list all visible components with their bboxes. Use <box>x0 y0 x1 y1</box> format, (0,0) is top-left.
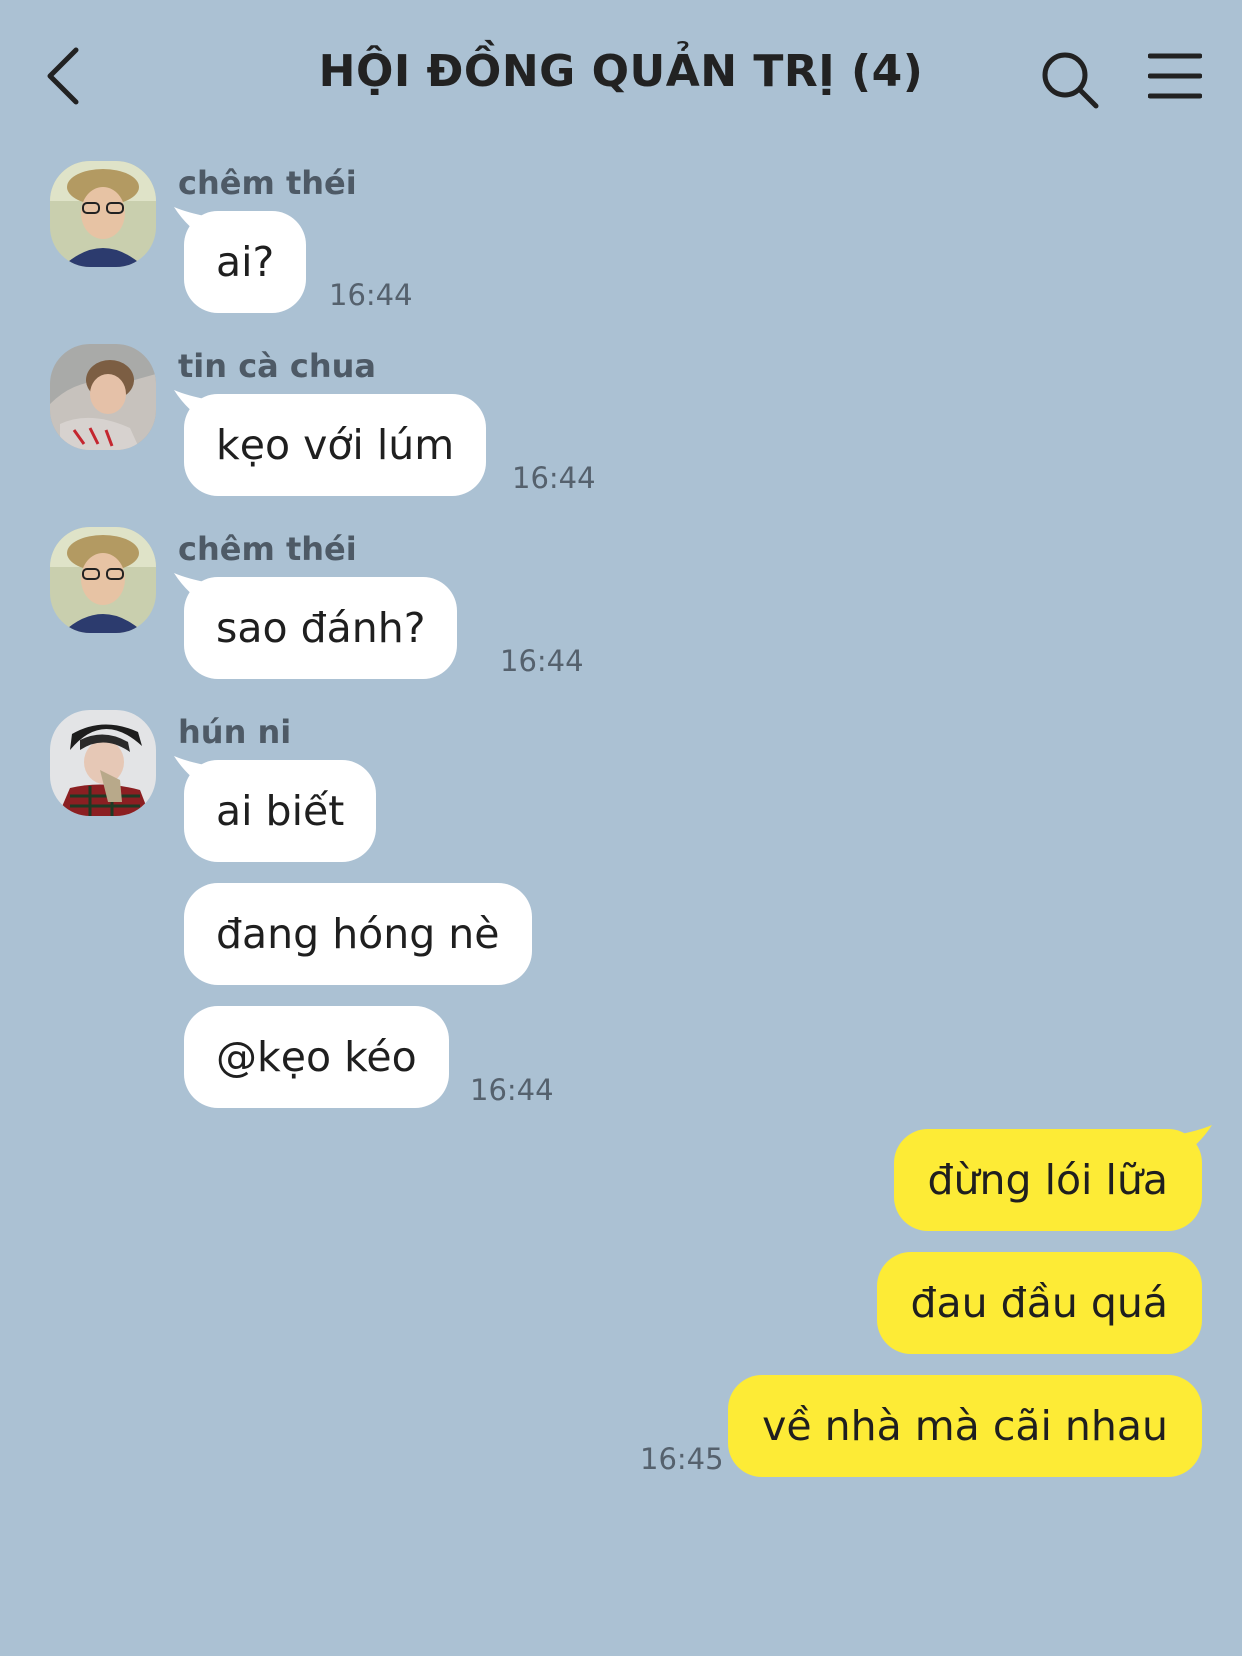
bubble-tail <box>1176 1125 1212 1159</box>
message-bubble[interactable]: ai? <box>174 207 307 313</box>
message-text: đau đầu quá <box>910 1279 1168 1327</box>
message-time: 16:44 <box>329 278 413 312</box>
bubble-tail <box>174 573 210 607</box>
message-text: ai? <box>216 238 275 286</box>
search-icon[interactable] <box>1040 50 1100 110</box>
bubble-tail <box>174 207 210 241</box>
outgoing-message-bubble[interactable]: đừng lói lữa <box>893 1125 1212 1231</box>
message-bubble[interactable]: đang hóng nè <box>184 883 532 985</box>
sender-name: hún ni <box>178 713 292 751</box>
hamburger-menu-icon[interactable] <box>1148 52 1202 100</box>
message-text: ai biết <box>216 787 345 835</box>
bubble-tail <box>174 756 210 790</box>
sender-name: chêm théi <box>178 530 357 568</box>
message-text: về nhà mà cãi nhau <box>762 1402 1168 1450</box>
avatar[interactable] <box>50 710 156 816</box>
avatar[interactable] <box>50 527 156 633</box>
message-bubble[interactable]: sao đánh? <box>174 573 458 679</box>
chat-header: HỘI ĐỒNG QUẢN TRỊ (4) <box>0 0 1242 150</box>
message-text: đang hóng nè <box>216 910 500 958</box>
message-text: đừng lói lữa <box>927 1156 1168 1204</box>
avatar[interactable] <box>50 161 156 267</box>
message-text: kẹo với lúm <box>216 421 455 469</box>
outgoing-message-bubble[interactable]: về nhà mà cãi nhau <box>728 1375 1202 1477</box>
sender-name: tin cà chua <box>178 347 377 385</box>
bubble-tail <box>174 390 210 424</box>
avatar[interactable] <box>50 344 156 450</box>
sender-name: chêm théi <box>178 164 357 202</box>
message-text: sao đánh? <box>216 604 426 652</box>
message-time: 16:44 <box>512 461 596 495</box>
message-bubble[interactable]: ai biết <box>174 756 377 862</box>
message-time: 16:45 <box>640 1442 724 1476</box>
outgoing-message-bubble[interactable]: đau đầu quá <box>876 1252 1202 1354</box>
message-time: 16:44 <box>470 1073 554 1107</box>
message-time: 16:44 <box>500 644 584 678</box>
message-bubble[interactable]: @kẹo kéo <box>184 1006 449 1108</box>
message-bubble[interactable]: kẹo với lúm <box>174 390 487 496</box>
message-text: @kẹo kéo <box>216 1033 417 1081</box>
